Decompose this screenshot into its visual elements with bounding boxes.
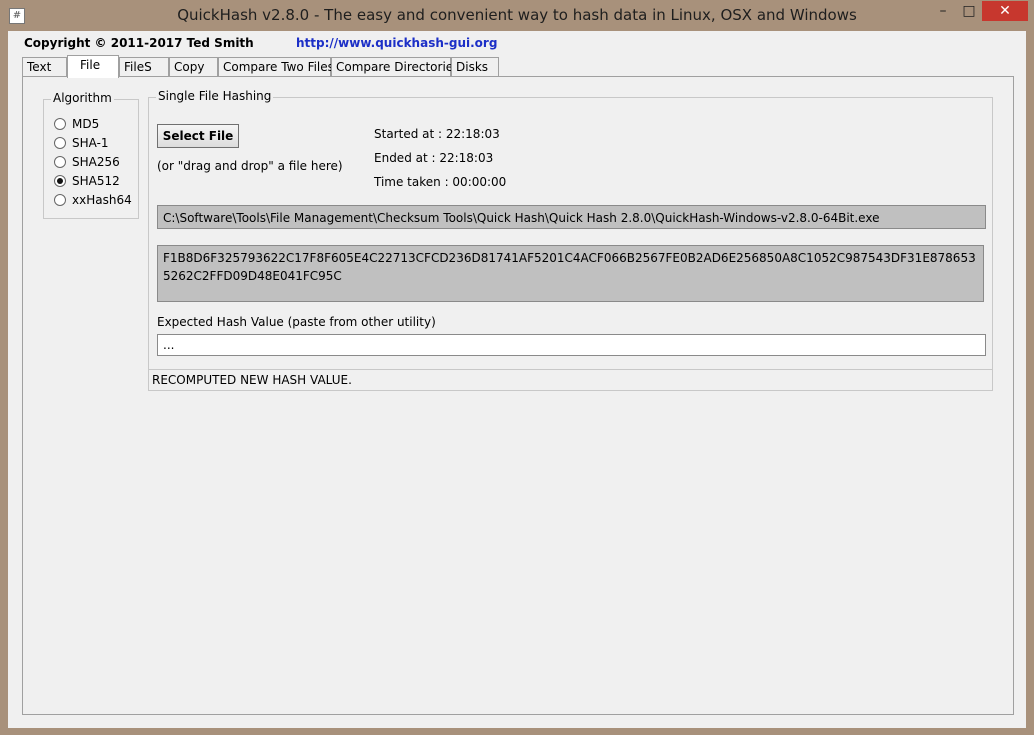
radio-button-icon[interactable] xyxy=(54,155,66,168)
select-file-button[interactable]: Select File xyxy=(157,124,239,148)
radio-label: SHA256 xyxy=(72,155,120,169)
ended-at-label: Ended at : 22:18:03 xyxy=(374,151,494,165)
tab-compare-two-files[interactable]: Compare Two Files xyxy=(218,57,334,76)
expected-hash-input[interactable] xyxy=(157,334,986,356)
tab-file[interactable]: File xyxy=(67,55,119,78)
app-window: # QuickHash v2.8.0 - The easy and conven… xyxy=(0,0,1034,735)
window-title: QuickHash v2.8.0 - The easy and convenie… xyxy=(177,6,857,24)
radio-label: SHA512 xyxy=(72,174,120,188)
radio-sha1[interactable]: SHA-1 xyxy=(54,134,109,152)
minimize-button[interactable]: – xyxy=(930,1,956,21)
tab-disks[interactable]: Disks xyxy=(451,57,499,76)
radio-label: xxHash64 xyxy=(72,193,132,207)
radio-button-icon[interactable] xyxy=(54,136,66,149)
time-taken-label: Time taken : 00:00:00 xyxy=(374,175,507,189)
hash-value-field[interactable]: F1B8D6F325793622C17F8F605E4C22713CFCD236… xyxy=(157,245,984,302)
radio-xxhash64[interactable]: xxHash64 xyxy=(54,191,132,209)
radio-button-checked-icon[interactable] xyxy=(54,174,66,187)
algorithm-group: Algorithm MD5 SHA-1 SHA256 SHA512 xxHash… xyxy=(43,91,139,219)
website-link[interactable]: http://www.quickhash-gui.org xyxy=(296,36,497,50)
radio-button-icon[interactable] xyxy=(54,193,66,206)
tab-compare-directories[interactable]: Compare Directories xyxy=(331,57,459,76)
radio-label: SHA-1 xyxy=(72,136,109,150)
tab-copy[interactable]: Copy xyxy=(169,57,218,76)
drag-drop-hint: (or "drag and drop" a file here) xyxy=(157,159,343,173)
algorithm-title: Algorithm xyxy=(51,91,114,105)
started-at-label: Started at : 22:18:03 xyxy=(374,127,500,141)
client-area: Copyright © 2011-2017 Ted Smith http://w… xyxy=(8,31,1026,728)
radio-button-icon[interactable] xyxy=(54,117,66,130)
copyright-text: Copyright © 2011-2017 Ted Smith xyxy=(24,36,254,50)
file-path-field[interactable]: C:\Software\Tools\File Management\Checks… xyxy=(157,205,986,229)
radio-sha256[interactable]: SHA256 xyxy=(54,153,120,171)
tab-files[interactable]: FileS xyxy=(119,57,169,76)
maximize-button[interactable]: □ xyxy=(956,1,982,21)
radio-label: MD5 xyxy=(72,117,100,131)
single-file-hashing-group: Single File Hashing Select File (or "dra… xyxy=(148,89,993,391)
tab-text[interactable]: Text xyxy=(22,57,67,76)
radio-md5[interactable]: MD5 xyxy=(54,115,99,133)
single-file-hashing-title: Single File Hashing xyxy=(156,89,274,103)
file-tab-panel: Algorithm MD5 SHA-1 SHA256 SHA512 xxHash… xyxy=(22,76,1014,715)
radio-sha512[interactable]: SHA512 xyxy=(54,172,120,190)
expected-hash-label: Expected Hash Value (paste from other ut… xyxy=(157,315,436,329)
close-button[interactable]: ✕ xyxy=(982,1,1028,21)
status-bar: RECOMPUTED NEW HASH VALUE. xyxy=(149,369,992,389)
title-bar[interactable]: # QuickHash v2.8.0 - The easy and conven… xyxy=(0,0,1034,32)
